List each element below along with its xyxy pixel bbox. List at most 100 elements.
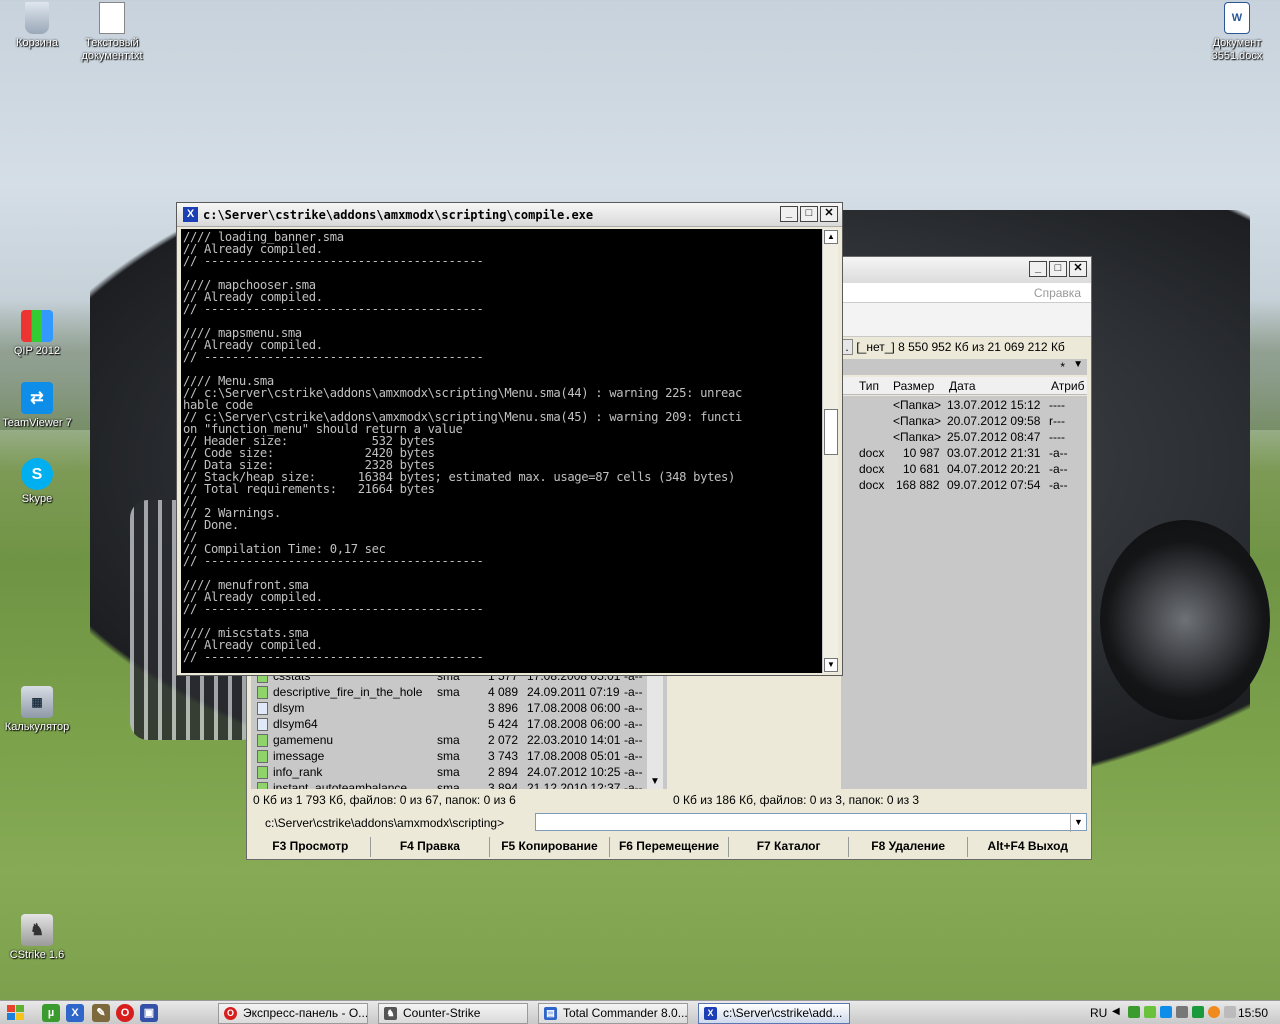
f3-view-button[interactable]: F3 Просмотр: [251, 837, 371, 857]
list-item[interactable]: csstats sma 1 577 17.08.2008 05:01 -a--: [251, 675, 667, 685]
sma-file-icon: [257, 686, 268, 699]
counter-strike-icon: ♞: [384, 1007, 397, 1020]
table-row[interactable]: <Папка> 13.07.2012 15:12 ----: [841, 398, 1087, 414]
opera-quick-icon[interactable]: O: [116, 1004, 134, 1022]
language-indicator[interactable]: RU: [1090, 1006, 1107, 1020]
console-window[interactable]: X c:\Server\cstrike\addons\amxmodx\scrip…: [176, 202, 843, 676]
desktop-icon-cstrike[interactable]: ♞ CStrike 1.6: [0, 914, 77, 962]
tray-expand-icon[interactable]: ◀: [1112, 1006, 1120, 1017]
right-column-headers: Тип Размер Дата Атриб: [841, 377, 1087, 395]
scroll-up-icon[interactable]: ▲: [824, 230, 838, 244]
table-row[interactable]: docx 10 987 03.07.2012 21:31 -a--: [841, 446, 1087, 462]
list-item[interactable]: dlsym 3 896 17.08.2008 06:00 -a--: [251, 701, 667, 717]
close-button[interactable]: ✕: [820, 206, 838, 222]
taskbar-button-console[interactable]: X c:\Server\cstrike\add...: [698, 1003, 850, 1024]
command-input[interactable]: ▼: [535, 813, 1087, 832]
file-icon: [257, 702, 268, 715]
list-item[interactable]: descriptive_fire_in_the_hole sma 4 089 2…: [251, 685, 667, 701]
left-file-list[interactable]: csstats sma 1 577 17.08.2008 05:01 -a-- …: [251, 675, 667, 789]
calculator-icon: ▦: [21, 686, 53, 718]
skype-icon: S: [21, 458, 53, 490]
column-size[interactable]: Размер: [893, 379, 934, 393]
chevron-down-icon[interactable]: ▼: [650, 776, 660, 787]
f5-copy-button[interactable]: F5 Копирование: [490, 837, 610, 857]
minimize-button[interactable]: _: [1029, 261, 1047, 277]
column-date[interactable]: Дата: [949, 379, 976, 393]
desktop-icon-label: Документ 3551.docx: [1211, 37, 1263, 62]
list-item[interactable]: dlsym64 5 424 17.08.2008 06:00 -a--: [251, 717, 667, 733]
left-scrollbar[interactable]: ▼: [647, 675, 663, 789]
scroll-thumb[interactable]: [824, 409, 838, 455]
close-button[interactable]: ✕: [1069, 261, 1087, 277]
system-tray: RU ◀ 15:50: [1080, 1001, 1280, 1024]
table-row[interactable]: docx 10 681 04.07.2012 20:21 -a--: [841, 462, 1087, 478]
list-item[interactable]: info_rank sma 2 894 24.07.2012 10:25 -a-…: [251, 765, 667, 781]
desktop-icon-teamviewer[interactable]: ⇄ TeamViewer 7: [0, 382, 77, 430]
tools-icon[interactable]: ✎: [92, 1004, 110, 1022]
windows-logo-icon: [7, 1005, 24, 1020]
table-row[interactable]: docx 168 882 09.07.2012 07:54 -a--: [841, 478, 1087, 494]
start-button[interactable]: [6, 1004, 28, 1022]
sma-file-icon: [257, 782, 268, 789]
taskbar-button-total-commander[interactable]: ▤ Total Commander 8.0...: [538, 1003, 688, 1024]
desktop-icon-recycle-bin[interactable]: Корзина: [0, 2, 77, 50]
desktop-icon-qip[interactable]: QIP 2012: [0, 310, 77, 358]
right-file-list[interactable]: <Папка> 13.07.2012 15:12 ---- <Папка> 20…: [841, 396, 1087, 789]
console-scrollbar[interactable]: ▲ ▼: [822, 229, 838, 673]
taskbar-button-opera[interactable]: O Экспресс-панель - О...: [218, 1003, 368, 1024]
avast-icon[interactable]: [1208, 1006, 1220, 1018]
column-attr[interactable]: Атриб: [1051, 379, 1085, 393]
desktop-icon-word-document[interactable]: W Документ 3551.docx: [1197, 2, 1277, 63]
console-title: c:\Server\cstrike\addons\amxmodx\scripti…: [203, 208, 594, 222]
teamviewer-tray-icon[interactable]: [1160, 1006, 1172, 1018]
table-row[interactable]: <Папка> 25.07.2012 08:47 ----: [841, 430, 1087, 446]
table-row[interactable]: <Папка> 20.07.2012 09:58 r---: [841, 414, 1087, 430]
total-commander-quick-icon[interactable]: X: [66, 1004, 84, 1022]
f4-edit-button[interactable]: F4 Правка: [371, 837, 491, 857]
filter-star[interactable]: *: [1060, 360, 1065, 374]
wallpaper-car-wheel: [1100, 520, 1270, 720]
console-titlebar[interactable]: X c:\Server\cstrike\addons\amxmodx\scrip…: [177, 203, 842, 227]
save-icon[interactable]: ▣: [140, 1004, 158, 1022]
sma-file-icon: [257, 675, 268, 683]
console-icon: X: [704, 1007, 717, 1020]
clock[interactable]: 15:50: [1238, 1006, 1268, 1020]
f7-mkdir-button[interactable]: F7 Каталог: [729, 837, 849, 857]
f6-move-button[interactable]: F6 Перемещение: [610, 837, 730, 857]
volume-icon[interactable]: [1224, 1006, 1236, 1018]
desktop-icon-label: CStrike 1.6: [9, 949, 65, 961]
scroll-down-icon[interactable]: ▼: [824, 658, 838, 672]
opera-icon: O: [224, 1007, 237, 1020]
word-document-icon: W: [1224, 2, 1250, 34]
maximize-button[interactable]: □: [1049, 261, 1067, 277]
desktop-icon-calculator[interactable]: ▦ Калькулятор: [0, 686, 77, 734]
command-line: c:\Server\cstrike\addons\amxmodx\scripti…: [251, 813, 1087, 833]
f8-delete-button[interactable]: F8 Удаление: [849, 837, 969, 857]
maximize-button[interactable]: □: [800, 206, 818, 222]
minimize-button[interactable]: _: [780, 206, 798, 222]
column-type[interactable]: Тип: [859, 379, 879, 393]
security-icon[interactable]: [1192, 1006, 1204, 1018]
list-item[interactable]: imessage sma 3 743 17.08.2008 05:01 -a--: [251, 749, 667, 765]
right-path-bar[interactable]: * ▼: [841, 359, 1087, 375]
utorrent-icon[interactable]: µ: [42, 1004, 60, 1022]
list-item[interactable]: gamemenu sma 2 072 22.03.2010 14:01 -a--: [251, 733, 667, 749]
desktop-icon-text-document[interactable]: Текстовый документ.txt: [72, 2, 152, 63]
sma-file-icon: [257, 734, 268, 747]
total-commander-icon: ▤: [544, 1007, 557, 1020]
network-icon[interactable]: [1128, 1006, 1140, 1018]
desktop-icon-skype[interactable]: S Skype: [0, 458, 77, 506]
list-item[interactable]: instant_autoteambalance sma 3 894 21.12.…: [251, 781, 667, 789]
chevron-down-icon[interactable]: ▼: [1070, 814, 1086, 832]
monitor-icon[interactable]: [1176, 1006, 1188, 1018]
alt-f4-exit-button[interactable]: Alt+F4 Выход: [968, 837, 1087, 857]
desktop-icon-label: QIP 2012: [13, 345, 61, 357]
file-icon: [257, 718, 268, 731]
chevron-down-icon[interactable]: ▼: [1073, 359, 1083, 370]
taskbar-button-counter-strike[interactable]: ♞ Counter-Strike: [378, 1003, 528, 1024]
console-output[interactable]: //// loading_banner.sma // Already compi…: [181, 229, 823, 673]
qip-tray-icon[interactable]: [1144, 1006, 1156, 1018]
recycle-bin-icon: [25, 2, 49, 34]
desktop-icon-label: TeamViewer 7: [2, 417, 72, 429]
menu-help[interactable]: Справка: [1034, 286, 1081, 300]
